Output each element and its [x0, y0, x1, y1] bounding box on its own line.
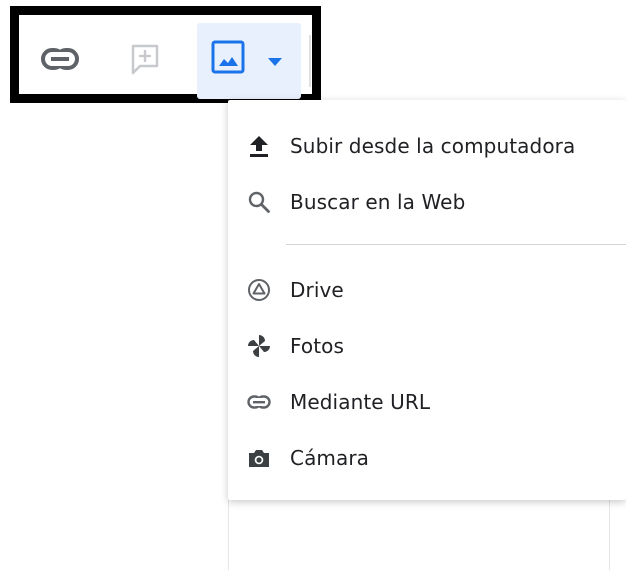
- caret-down-icon[interactable]: [267, 52, 283, 71]
- link-icon: [41, 48, 79, 74]
- menu-item-drive[interactable]: Drive: [228, 262, 626, 318]
- add-comment-icon: [130, 43, 160, 79]
- menu-item-label: Buscar en la Web: [290, 190, 466, 214]
- search-icon: [246, 189, 272, 215]
- menu-item-by-url[interactable]: Mediante URL: [228, 374, 626, 430]
- drive-icon: [246, 277, 272, 303]
- link-icon: [246, 389, 272, 415]
- menu-item-label: Cámara: [290, 446, 370, 470]
- upload-icon: [246, 133, 272, 159]
- camera-icon: [246, 445, 272, 471]
- menu-item-upload-from-computer[interactable]: Subir desde la computadora: [228, 118, 626, 174]
- toolbar-divider: [309, 35, 311, 87]
- photos-pinwheel-icon: [246, 333, 272, 359]
- menu-item-camera[interactable]: Cámara: [228, 430, 626, 486]
- menu-item-label: Drive: [290, 278, 344, 302]
- insert-link-button[interactable]: [40, 41, 80, 81]
- menu-item-label: Mediante URL: [290, 390, 431, 414]
- insert-image-menu: Subir desde la computadora Buscar en la …: [228, 100, 626, 500]
- menu-item-label: Fotos: [290, 334, 345, 358]
- menu-item-photos[interactable]: Fotos: [228, 318, 626, 374]
- insert-image-button[interactable]: [197, 23, 301, 99]
- menu-divider: [286, 244, 626, 245]
- insert-image-icon: [211, 40, 245, 78]
- add-comment-button[interactable]: [125, 41, 165, 81]
- menu-item-search-web[interactable]: Buscar en la Web: [228, 174, 626, 230]
- screen: Subir desde la computadora Buscar en la …: [0, 0, 626, 570]
- toolbar-highlight-frame: [10, 6, 321, 103]
- menu-item-label: Subir desde la computadora: [290, 134, 576, 158]
